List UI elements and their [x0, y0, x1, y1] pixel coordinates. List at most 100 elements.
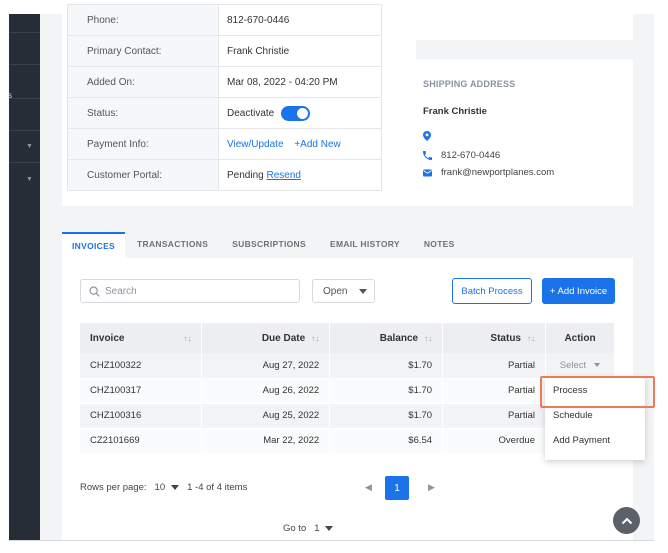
sidebar: s ▼ ▼	[8, 14, 40, 541]
add-new-link[interactable]: +Add New	[294, 139, 340, 150]
menu-item-schedule[interactable]: Schedule	[553, 410, 593, 421]
tab-notes[interactable]: NOTES	[412, 232, 467, 258]
shipping-name: Frank Christie	[423, 106, 487, 117]
toggle-knob	[297, 107, 309, 119]
sort-icon[interactable]: ↑↓	[311, 334, 319, 343]
due-date-cell: Aug 27, 2022	[201, 353, 331, 379]
status-toggle[interactable]	[281, 105, 311, 121]
shipping-phone: 812-670-0446	[423, 150, 500, 161]
phone-icon	[423, 151, 432, 160]
info-row-customer-portal: Customer Portal: Pending Resend	[67, 159, 382, 191]
tab-subscriptions[interactable]: SUBSCRIPTIONS	[220, 232, 318, 258]
table-row: CZ2101669 Mar 22, 2022 $6.54 Overdue	[80, 428, 616, 454]
page-button-current[interactable]: 1	[385, 476, 409, 500]
invoice-link[interactable]: CZ2101669	[80, 428, 203, 454]
invoice-tabs: INVOICES TRANSACTIONS SUBSCRIPTIONS EMAI…	[62, 232, 467, 258]
payment-value: View/Update +Add New	[218, 128, 382, 160]
items-range: 1 -4 of 4 items	[187, 482, 248, 493]
goto-select[interactable]: 1	[314, 523, 319, 534]
info-label: Phone:	[67, 4, 219, 36]
rows-per-page: Rows per page: 10 1 -4 of 4 items	[80, 482, 247, 493]
due-date-cell: Aug 26, 2022	[201, 378, 331, 404]
portal-value: Pending Resend	[218, 159, 382, 191]
status-filter-value: Open	[323, 285, 348, 297]
shipping-location	[423, 131, 440, 141]
next-page-button[interactable]: ▶	[428, 482, 435, 493]
shipping-phone-text: 812-670-0446	[441, 150, 501, 161]
location-pin-icon	[423, 131, 431, 141]
status-cell: Partial	[442, 403, 546, 429]
table-row: CHZ100322 Aug 27, 2022 $1.70 Partial Sel…	[80, 353, 616, 379]
info-row-status: Status: Deactivate	[67, 97, 382, 129]
column-header-due-date[interactable]: Due Date ↑↓	[201, 323, 331, 353]
sort-icon[interactable]: ↑↓	[424, 334, 432, 343]
chevron-down-icon[interactable]	[324, 526, 333, 531]
column-header-invoice[interactable]: Invoice ↑↓	[80, 323, 203, 353]
column-header-status[interactable]: Status ↑↓	[442, 323, 546, 353]
search-placeholder: Search	[105, 285, 137, 297]
highlight-box	[540, 376, 655, 408]
portal-status: Pending	[227, 169, 264, 181]
customer-info-table: Phone: 812-670-0446 Primary Contact: Fra…	[67, 4, 382, 191]
chevron-down-icon[interactable]: ▼	[26, 143, 33, 150]
menu-item-add-payment[interactable]: Add Payment	[553, 435, 610, 446]
chevron-down-icon	[594, 363, 601, 368]
sidebar-divider	[9, 162, 40, 163]
sidebar-divider	[9, 130, 40, 131]
tab-transactions[interactable]: TRANSACTIONS	[125, 232, 220, 258]
invoice-link[interactable]: CHZ100316	[80, 403, 203, 429]
balance-cell: $1.70	[329, 353, 444, 379]
batch-process-button[interactable]: Batch Process	[452, 278, 532, 304]
sort-icon[interactable]: ↑↓	[183, 334, 191, 343]
tab-invoices[interactable]: INVOICES	[62, 232, 126, 258]
action-cell: Select	[545, 353, 616, 379]
search-input[interactable]: Search	[80, 279, 300, 303]
chevron-down-icon	[359, 288, 368, 294]
due-date-cell: Aug 25, 2022	[201, 403, 331, 429]
primary-contact-value: Frank Christie	[218, 35, 382, 67]
resend-link[interactable]: Resend	[266, 170, 300, 181]
info-row-phone: Phone: 812-670-0446	[67, 4, 382, 36]
status-cell: Overdue	[442, 428, 546, 454]
table-row: CHZ100317 Aug 26, 2022 $1.70 Partial	[80, 378, 616, 404]
status-filter-select[interactable]: Open	[312, 279, 375, 303]
search-icon	[89, 285, 100, 297]
action-select[interactable]: Select	[556, 360, 604, 371]
balance-cell: $6.54	[329, 428, 444, 454]
scroll-to-top-button[interactable]	[613, 507, 640, 534]
invoice-link[interactable]: CHZ100322	[80, 353, 203, 379]
add-invoice-button[interactable]: + Add Invoice	[542, 278, 615, 304]
rows-per-page-select[interactable]: 10	[155, 482, 166, 493]
table-header-row: Invoice ↑↓ Due Date ↑↓ Balance ↑↓ Status ↑↓ …	[80, 323, 616, 353]
sidebar-divider	[9, 32, 40, 33]
info-label: Primary Contact:	[67, 35, 219, 67]
info-label: Status:	[67, 97, 219, 129]
chevron-down-icon[interactable]	[171, 485, 180, 490]
tab-email-history[interactable]: EMAIL HISTORY	[318, 232, 412, 258]
chevron-down-icon[interactable]: ▼	[26, 176, 33, 183]
prev-page-button[interactable]: ◀	[365, 482, 372, 493]
table-row: CHZ100316 Aug 25, 2022 $1.70 Partial	[80, 403, 616, 429]
shipping-email: frank@newportplanes.com	[423, 167, 554, 178]
rows-per-page-label: Rows per page:	[80, 482, 147, 493]
due-date-cell: Mar 22, 2022	[201, 428, 331, 454]
email-icon	[423, 169, 432, 176]
invoice-table: Invoice ↑↓ Due Date ↑↓ Balance ↑↓ Status ↑↓ …	[80, 323, 616, 454]
phone-value: 812-670-0446	[218, 4, 382, 36]
column-header-balance[interactable]: Balance ↑↓	[329, 323, 444, 353]
info-row-added-on: Added On: Mar 08, 2022 - 04:20 PM	[67, 66, 382, 98]
added-on-value: Mar 08, 2022 - 04:20 PM	[218, 66, 382, 98]
info-label: Customer Portal:	[67, 159, 219, 191]
sidebar-divider	[9, 98, 40, 99]
shipping-email-text: frank@newportplanes.com	[441, 167, 555, 178]
shipping-address-title: SHIPPING ADDRESS	[423, 79, 516, 89]
goto-page: Go to 1	[283, 523, 333, 534]
balance-cell: $1.70	[329, 378, 444, 404]
view-update-link[interactable]: View/Update	[227, 139, 284, 150]
sort-icon[interactable]: ↑↓	[527, 334, 535, 343]
status-value: Deactivate	[218, 97, 382, 129]
status-toggle-label: Deactivate	[227, 107, 275, 119]
info-label: Added On:	[67, 66, 219, 98]
invoice-link[interactable]: CHZ100317	[80, 378, 203, 404]
info-row-primary-contact: Primary Contact: Frank Christie	[67, 35, 382, 67]
